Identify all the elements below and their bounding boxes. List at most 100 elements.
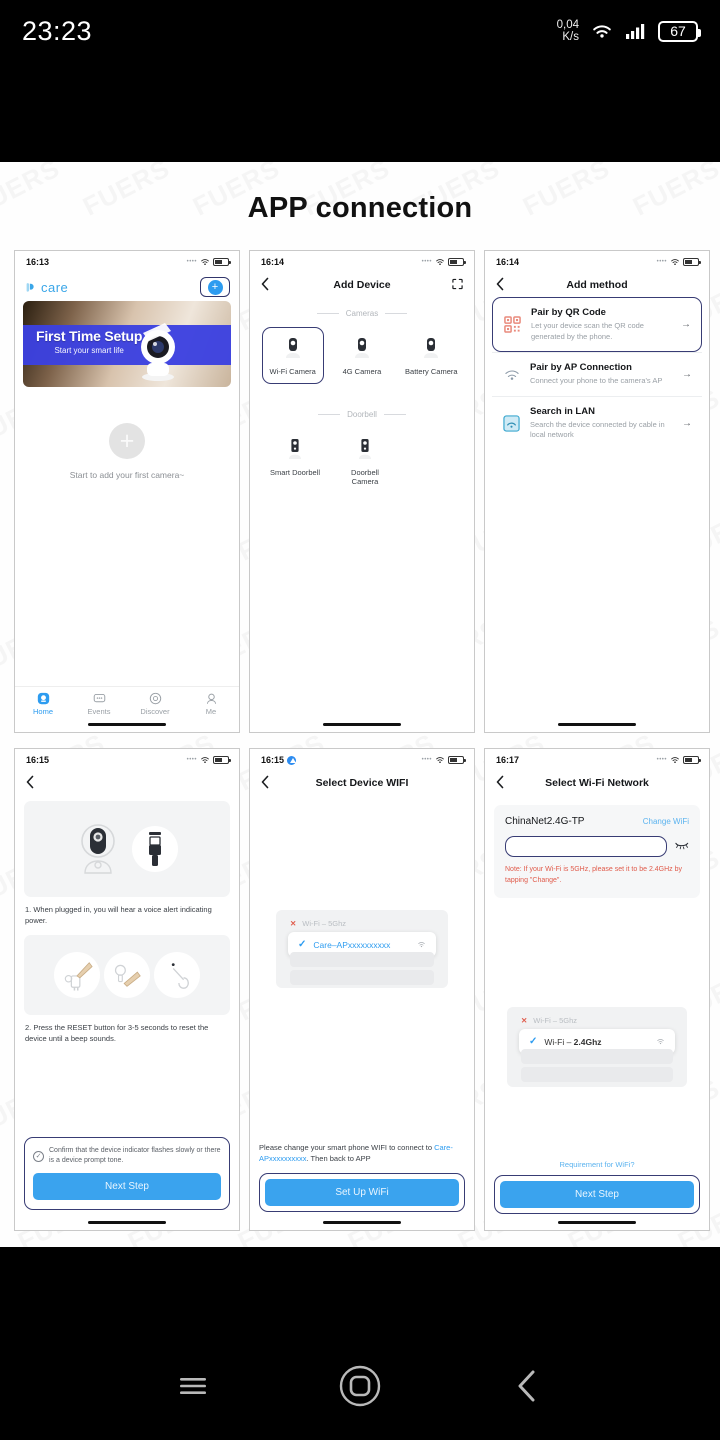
device-option-doorbell-camera[interactable]: Doorbell Camera — [334, 428, 396, 494]
back-button[interactable] — [496, 775, 504, 791]
device-option-4g-camera[interactable]: 4G Camera — [331, 327, 393, 384]
home-indicator — [323, 1220, 401, 1224]
password-input[interactable] — [505, 836, 667, 857]
method-subtitle: Search the device connected by cable in … — [530, 419, 665, 440]
pin-insert-icon — [64, 961, 93, 991]
wifi-icon — [590, 22, 614, 40]
setup-wifi-button-wrapper: Set Up WiFi — [259, 1173, 465, 1212]
check-circle-icon: ✓ — [33, 1150, 44, 1162]
back-button[interactable] — [261, 277, 269, 293]
tab-events[interactable]: Events — [71, 692, 127, 716]
section-label-doorbell: Doorbell — [250, 410, 474, 419]
add-device-button[interactable]: + — [200, 277, 230, 297]
phone-status-bar: 16:14 •••• — [485, 251, 709, 273]
wifi-signal-icon — [657, 1039, 664, 1045]
wifi-item-label: Wi-Fi – 2.4Ghz — [544, 1037, 649, 1047]
device-option-label: Battery Camera — [405, 367, 458, 376]
tab-home[interactable]: Home — [15, 692, 71, 716]
ssid-value: ChinaNet2.4G-TP — [505, 816, 585, 827]
phone-clock: 16:14 — [261, 257, 285, 267]
device-option-battery-camera[interactable]: Battery Camera — [400, 327, 462, 384]
chevron-left-icon — [261, 775, 269, 789]
eye-off-icon[interactable] — [675, 841, 689, 853]
phone-status-icons: •••• — [657, 258, 701, 266]
nav-bar — [15, 771, 239, 795]
method-title: Pair by QR Code — [531, 307, 606, 318]
wifi-item-5ghz-disabled: ✕ Wi-Fi – 5Ghz — [290, 916, 434, 931]
wifi-icon — [436, 259, 444, 265]
device-option-label: Smart Doorbell — [269, 468, 321, 477]
next-step-button[interactable]: Next Step — [33, 1173, 221, 1200]
password-field-input[interactable] — [506, 837, 666, 856]
phone-status-bar: 16:15 •••• — [250, 749, 474, 771]
back-button[interactable] — [504, 1363, 550, 1409]
wifi-band-panel: ✕ Wi-Fi – 5Ghz ✓ Wi-Fi – 2.4Ghz — [507, 1007, 687, 1087]
camera-device-icon — [285, 338, 300, 358]
cross-icon: ✕ — [290, 919, 297, 928]
phone-status-bar: 16:15 •••• — [15, 749, 239, 771]
device-option-label: Wi-Fi Camera — [269, 367, 316, 376]
screenshot-select-device-wifi: 16:15 •••• Select Device WIFI ✕ Wi-Fi – … — [249, 748, 475, 1231]
wifi-item-placeholder-2 — [521, 1067, 673, 1082]
change-wifi-link[interactable]: Change WiFi — [643, 817, 689, 826]
lan-icon — [502, 414, 521, 433]
wifi-icon — [201, 259, 209, 265]
events-icon — [93, 693, 105, 703]
tab-home-label: Home — [32, 707, 53, 716]
wifi-icon — [436, 757, 444, 763]
banner-title: First Time Setup — [36, 327, 143, 344]
empty-state: + Start to add your first camera~ — [15, 423, 239, 480]
tab-me[interactable]: Me — [183, 692, 239, 716]
wifi-hint-suffix: . Then back to APP — [306, 1153, 371, 1163]
phone-clock: 16:14 — [496, 257, 520, 267]
phone-status-icons: •••• — [186, 756, 231, 764]
chevron-left-icon — [496, 775, 504, 789]
requirement-link[interactable]: Requirement for WiFi? — [494, 1160, 700, 1169]
nav-bar: Select Device WIFI — [250, 771, 474, 795]
method-pair-by-ap-connection[interactable]: Pair by AP Connection Connect your phone… — [492, 352, 702, 396]
device-option-smart-doorbell[interactable]: Smart Doorbell — [264, 428, 326, 494]
tab-events-label: Events — [87, 707, 111, 716]
wifi-item-5ghz-disabled: ✕ Wi-Fi – 5Ghz — [521, 1013, 673, 1028]
device-option-wifi-camera[interactable]: Wi-Fi Camera — [261, 327, 324, 384]
network-speed-value: 0,04 — [556, 19, 579, 31]
method-search-in-lan[interactable]: Search in LAN Search the device connecte… — [492, 395, 702, 450]
nav-title: Select Device WIFI — [315, 777, 409, 789]
confirm-checkbox-row[interactable]: ✓ Confirm that the device indicator flas… — [33, 1146, 221, 1166]
method-pair-by-qr-code[interactable]: Pair by QR Code Let your device scan the… — [492, 297, 702, 352]
doorbell-device-icon — [289, 439, 301, 459]
back-button[interactable] — [496, 277, 504, 293]
add-camera-placeholder-button[interactable]: + — [109, 423, 145, 459]
method-text: Pair by QR Code Let your device scan the… — [531, 307, 672, 342]
wifi-item-placeholder-2 — [290, 970, 434, 985]
home-indicator — [323, 722, 401, 726]
arrow-right-icon: → — [682, 417, 692, 429]
nav-title: Add Device — [333, 279, 391, 291]
app-logo-text: care — [41, 279, 69, 295]
check-icon: ✓ — [298, 939, 307, 950]
screenshot-grid: 16:13 •••• care + First Time Setup Start… — [14, 250, 710, 1231]
setup-wifi-button[interactable]: Set Up WiFi — [265, 1179, 459, 1206]
next-step-button[interactable]: Next Step — [500, 1181, 694, 1208]
method-subtitle: Connect your phone to the camera's AP — [530, 376, 663, 385]
recents-button[interactable] — [170, 1363, 216, 1409]
usb-plug-icon — [149, 832, 161, 866]
wifi-item-label: Wi-Fi – 5Ghz — [533, 1016, 578, 1025]
tab-discover[interactable]: Discover — [127, 692, 183, 716]
chevron-left-icon — [496, 277, 504, 291]
step-1-text: 1. When plugged in, you will hear a voic… — [25, 905, 212, 926]
home-button[interactable] — [337, 1363, 383, 1409]
next-step-button-wrapper: Next Step — [494, 1175, 700, 1214]
discover-icon — [149, 692, 161, 705]
back-button[interactable] — [26, 775, 34, 791]
arrow-right-icon: → — [682, 368, 692, 380]
back-button[interactable] — [261, 775, 269, 791]
signal-dots-icon: •••• — [186, 259, 197, 265]
phone-clock: 16:15 — [261, 755, 297, 765]
scan-button[interactable] — [452, 278, 463, 292]
banner-subtitle: Start your smart life — [54, 345, 124, 355]
first-time-setup-banner[interactable]: First Time Setup Start your smart life — [23, 301, 231, 387]
screenshot-reset-device: 16:15 •••• 1. When plugged in, you will … — [14, 748, 240, 1231]
signal-dots-icon: •••• — [186, 757, 197, 763]
step-2-text: 2. Press the RESET button for 3-5 second… — [25, 1022, 209, 1043]
